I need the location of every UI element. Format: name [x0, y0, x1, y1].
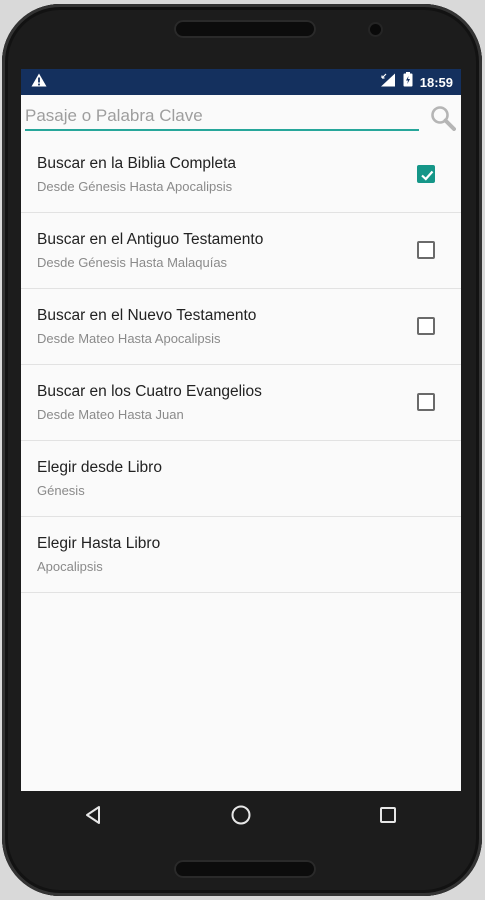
option-title: Elegir desde Libro [37, 459, 162, 476]
status-bar: 18:59 [21, 69, 461, 95]
bottom-speaker [174, 860, 316, 878]
option-title: Buscar en la Biblia Completa [37, 155, 237, 172]
search-bar [21, 95, 461, 137]
option-full-bible[interactable]: Buscar en la Biblia Completa Desde Génes… [21, 137, 461, 213]
recents-icon[interactable] [368, 795, 408, 835]
navigation-bar [21, 791, 461, 839]
app-screen: 18:59 Buscar en la Biblia Completa Desde… [21, 69, 461, 791]
option-subtitle: Desde Mateo Hasta Juan [37, 407, 184, 422]
option-old-testament[interactable]: Buscar en el Antiguo Testamento Desde Gé… [21, 213, 461, 289]
search-options-list: Buscar en la Biblia Completa Desde Génes… [21, 137, 461, 593]
option-subtitle: Apocalipsis [37, 559, 103, 574]
checkbox-checked[interactable] [417, 165, 435, 183]
clock: 18:59 [419, 74, 453, 90]
search-icon[interactable] [430, 105, 456, 131]
option-title: Buscar en los Cuatro Evangelios [37, 383, 262, 400]
status-icons: 18:59 [380, 72, 453, 92]
front-camera [370, 24, 381, 35]
top-speaker [174, 20, 316, 38]
signal-icon [380, 73, 396, 92]
option-to-book[interactable]: Elegir Hasta Libro Apocalipsis [21, 517, 461, 593]
back-icon[interactable] [74, 795, 114, 835]
option-from-book[interactable]: Elegir desde Libro Génesis [21, 441, 461, 517]
option-subtitle: Génesis [37, 483, 85, 498]
option-title: Buscar en el Nuevo Testamento [37, 307, 257, 324]
checkbox-unchecked[interactable] [417, 241, 435, 259]
home-icon[interactable] [221, 795, 261, 835]
option-subtitle: Desde Génesis Hasta Apocalipsis [37, 179, 233, 194]
option-four-gospels[interactable]: Buscar en los Cuatro Evangelios Desde Ma… [21, 365, 461, 441]
option-title: Elegir Hasta Libro [37, 535, 161, 552]
option-subtitle: Desde Mateo Hasta Apocalipsis [37, 331, 221, 346]
checkbox-unchecked[interactable] [417, 317, 435, 335]
option-subtitle: Desde Génesis Hasta Malaquías [37, 255, 228, 270]
check-icon [421, 170, 434, 181]
option-new-testament[interactable]: Buscar en el Nuevo Testamento Desde Mate… [21, 289, 461, 365]
checkbox-unchecked[interactable] [417, 393, 435, 411]
battery-icon [403, 72, 413, 92]
option-title: Buscar en el Antiguo Testamento [37, 231, 264, 248]
warning-icon [31, 73, 47, 92]
search-input[interactable] [25, 103, 419, 131]
